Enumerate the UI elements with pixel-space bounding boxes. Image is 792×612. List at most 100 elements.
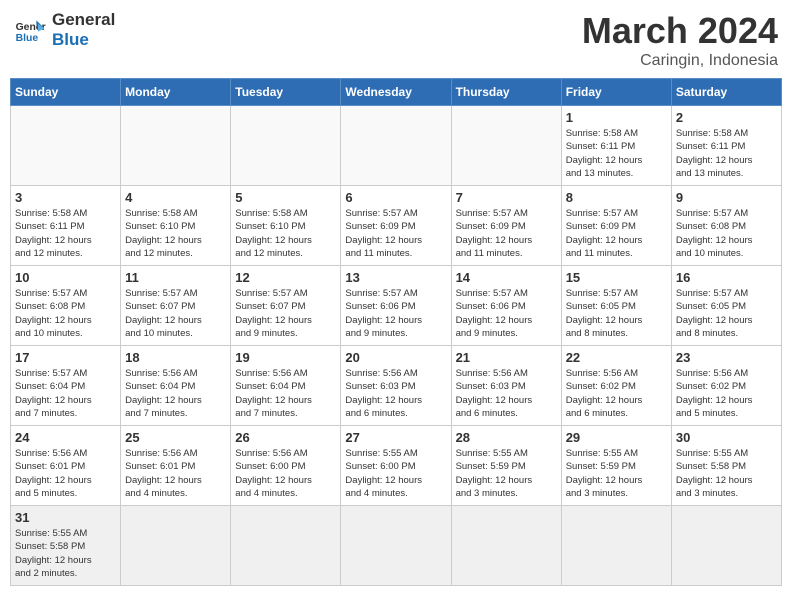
day-info: Sunrise: 5:56 AM Sunset: 6:04 PM Dayligh… xyxy=(235,367,336,420)
calendar-cell xyxy=(121,506,231,586)
title-block: March 2024 Caringin, Indonesia xyxy=(582,10,778,70)
calendar-cell xyxy=(341,106,451,186)
day-info: Sunrise: 5:56 AM Sunset: 6:02 PM Dayligh… xyxy=(676,367,777,420)
calendar-cell: 9Sunrise: 5:57 AM Sunset: 6:08 PM Daylig… xyxy=(671,186,781,266)
calendar-week-row: 10Sunrise: 5:57 AM Sunset: 6:08 PM Dayli… xyxy=(11,266,782,346)
day-info: Sunrise: 5:56 AM Sunset: 6:04 PM Dayligh… xyxy=(125,367,226,420)
calendar-cell: 16 Sunrise: 5:57 AM Sunset: 6:05 PM Dayli… xyxy=(671,266,781,346)
calendar-cell: 4Sunrise: 5:58 AM Sunset: 6:10 PM Daylig… xyxy=(121,186,231,266)
calendar-cell xyxy=(11,106,121,186)
day-number: 11 xyxy=(125,270,226,285)
calendar-cell: 8Sunrise: 5:57 AM Sunset: 6:09 PM Daylig… xyxy=(561,186,671,266)
calendar-week-row: 1 Sunrise: 5:58 AM Sunset: 6:11 PM Daylig… xyxy=(11,106,782,186)
day-info: Sunrise: 5:58 AM Sunset: 6:11 PM Dayligh… xyxy=(676,127,777,180)
day-number: 13 xyxy=(345,270,446,285)
day-info: Sunrise: 5:55 AM Sunset: 5:58 PM Dayligh… xyxy=(15,527,116,580)
calendar-cell: 22 Sunrise: 5:56 AM Sunset: 6:02 PM Dayli… xyxy=(561,346,671,426)
weekday-header-friday: Friday xyxy=(561,79,671,106)
weekday-header-sunday: Sunday xyxy=(11,79,121,106)
day-number: 18 xyxy=(125,350,226,365)
day-number: 2 xyxy=(676,110,777,125)
day-info: Sunrise: 5:58 AM Sunset: 6:11 PM Dayligh… xyxy=(15,207,116,260)
calendar-cell: 15 Sunrise: 5:57 AM Sunset: 6:05 PM Dayli… xyxy=(561,266,671,346)
calendar-cell xyxy=(561,506,671,586)
calendar-cell: 18 Sunrise: 5:56 AM Sunset: 6:04 PM Dayli… xyxy=(121,346,231,426)
day-number: 15 xyxy=(566,270,667,285)
day-number: 29 xyxy=(566,430,667,445)
day-info: Sunrise: 5:57 AM Sunset: 6:09 PM Dayligh… xyxy=(345,207,446,260)
day-info: Sunrise: 5:57 AM Sunset: 6:05 PM Dayligh… xyxy=(676,287,777,340)
day-number: 14 xyxy=(456,270,557,285)
day-info: Sunrise: 5:55 AM Sunset: 5:59 PM Dayligh… xyxy=(456,447,557,500)
day-number: 28 xyxy=(456,430,557,445)
logo-blue-text: Blue xyxy=(52,30,115,50)
calendar-cell: 28 Sunrise: 5:55 AM Sunset: 5:59 PM Dayli… xyxy=(451,426,561,506)
calendar-cell: 29 Sunrise: 5:55 AM Sunset: 5:59 PM Dayli… xyxy=(561,426,671,506)
day-number: 3 xyxy=(15,190,116,205)
day-number: 9 xyxy=(676,190,777,205)
calendar-cell: 1 Sunrise: 5:58 AM Sunset: 6:11 PM Daylig… xyxy=(561,106,671,186)
logo-general-text: General xyxy=(52,10,115,30)
day-info: Sunrise: 5:55 AM Sunset: 5:59 PM Dayligh… xyxy=(566,447,667,500)
calendar-cell xyxy=(451,106,561,186)
day-number: 1 xyxy=(566,110,667,125)
calendar-title: March 2024 xyxy=(582,10,778,52)
generalblue-logo-icon: General Blue xyxy=(14,14,46,46)
calendar-cell: 12Sunrise: 5:57 AM Sunset: 6:07 PM Dayli… xyxy=(231,266,341,346)
day-number: 17 xyxy=(15,350,116,365)
day-number: 27 xyxy=(345,430,446,445)
day-number: 21 xyxy=(456,350,557,365)
calendar-cell: 21 Sunrise: 5:56 AM Sunset: 6:03 PM Dayli… xyxy=(451,346,561,426)
day-number: 12 xyxy=(235,270,336,285)
calendar-cell xyxy=(121,106,231,186)
calendar-cell: 31Sunrise: 5:55 AM Sunset: 5:58 PM Dayli… xyxy=(11,506,121,586)
calendar-cell: 13 Sunrise: 5:57 AM Sunset: 6:06 PM Dayli… xyxy=(341,266,451,346)
weekday-header-row: SundayMondayTuesdayWednesdayThursdayFrid… xyxy=(11,79,782,106)
calendar-week-row: 17Sunrise: 5:57 AM Sunset: 6:04 PM Dayli… xyxy=(11,346,782,426)
calendar-cell: 26Sunrise: 5:56 AM Sunset: 6:00 PM Dayli… xyxy=(231,426,341,506)
calendar-cell: 14Sunrise: 5:57 AM Sunset: 6:06 PM Dayli… xyxy=(451,266,561,346)
day-info: Sunrise: 5:57 AM Sunset: 6:07 PM Dayligh… xyxy=(125,287,226,340)
calendar-week-row: 31Sunrise: 5:55 AM Sunset: 5:58 PM Dayli… xyxy=(11,506,782,586)
calendar-header: SundayMondayTuesdayWednesdayThursdayFrid… xyxy=(11,79,782,106)
calendar-cell: 3 Sunrise: 5:58 AM Sunset: 6:11 PM Daylig… xyxy=(11,186,121,266)
day-info: Sunrise: 5:57 AM Sunset: 6:05 PM Dayligh… xyxy=(566,287,667,340)
calendar-week-row: 3 Sunrise: 5:58 AM Sunset: 6:11 PM Daylig… xyxy=(11,186,782,266)
day-info: Sunrise: 5:57 AM Sunset: 6:09 PM Dayligh… xyxy=(456,207,557,260)
day-info: Sunrise: 5:56 AM Sunset: 6:01 PM Dayligh… xyxy=(125,447,226,500)
calendar-cell: 11 Sunrise: 5:57 AM Sunset: 6:07 PM Dayli… xyxy=(121,266,231,346)
day-number: 23 xyxy=(676,350,777,365)
calendar-cell: 5Sunrise: 5:58 AM Sunset: 6:10 PM Daylig… xyxy=(231,186,341,266)
day-number: 26 xyxy=(235,430,336,445)
day-info: Sunrise: 5:57 AM Sunset: 6:06 PM Dayligh… xyxy=(345,287,446,340)
calendar-cell: 10Sunrise: 5:57 AM Sunset: 6:08 PM Dayli… xyxy=(11,266,121,346)
weekday-header-monday: Monday xyxy=(121,79,231,106)
calendar-cell xyxy=(231,106,341,186)
calendar-cell xyxy=(451,506,561,586)
weekday-header-tuesday: Tuesday xyxy=(231,79,341,106)
day-number: 7 xyxy=(456,190,557,205)
calendar-cell: 25Sunrise: 5:56 AM Sunset: 6:01 PM Dayli… xyxy=(121,426,231,506)
day-number: 22 xyxy=(566,350,667,365)
calendar-cell: 23 Sunrise: 5:56 AM Sunset: 6:02 PM Dayli… xyxy=(671,346,781,426)
calendar-cell: 30Sunrise: 5:55 AM Sunset: 5:58 PM Dayli… xyxy=(671,426,781,506)
calendar-cell: 2 Sunrise: 5:58 AM Sunset: 6:11 PM Daylig… xyxy=(671,106,781,186)
day-info: Sunrise: 5:57 AM Sunset: 6:08 PM Dayligh… xyxy=(15,287,116,340)
weekday-header-thursday: Thursday xyxy=(451,79,561,106)
calendar-cell: 7 Sunrise: 5:57 AM Sunset: 6:09 PM Daylig… xyxy=(451,186,561,266)
calendar-subtitle: Caringin, Indonesia xyxy=(582,52,778,70)
day-info: Sunrise: 5:58 AM Sunset: 6:10 PM Dayligh… xyxy=(235,207,336,260)
svg-text:Blue: Blue xyxy=(16,34,39,45)
day-info: Sunrise: 5:55 AM Sunset: 5:58 PM Dayligh… xyxy=(676,447,777,500)
logo: General Blue General Blue xyxy=(14,10,115,51)
day-number: 6 xyxy=(345,190,446,205)
day-info: Sunrise: 5:56 AM Sunset: 6:02 PM Dayligh… xyxy=(566,367,667,420)
day-number: 20 xyxy=(345,350,446,365)
weekday-header-wednesday: Wednesday xyxy=(341,79,451,106)
calendar-cell: 17Sunrise: 5:57 AM Sunset: 6:04 PM Dayli… xyxy=(11,346,121,426)
day-number: 16 xyxy=(676,270,777,285)
day-info: Sunrise: 5:58 AM Sunset: 6:11 PM Dayligh… xyxy=(566,127,667,180)
day-info: Sunrise: 5:56 AM Sunset: 6:03 PM Dayligh… xyxy=(456,367,557,420)
day-number: 24 xyxy=(15,430,116,445)
calendar-week-row: 24 Sunrise: 5:56 AM Sunset: 6:01 PM Dayli… xyxy=(11,426,782,506)
